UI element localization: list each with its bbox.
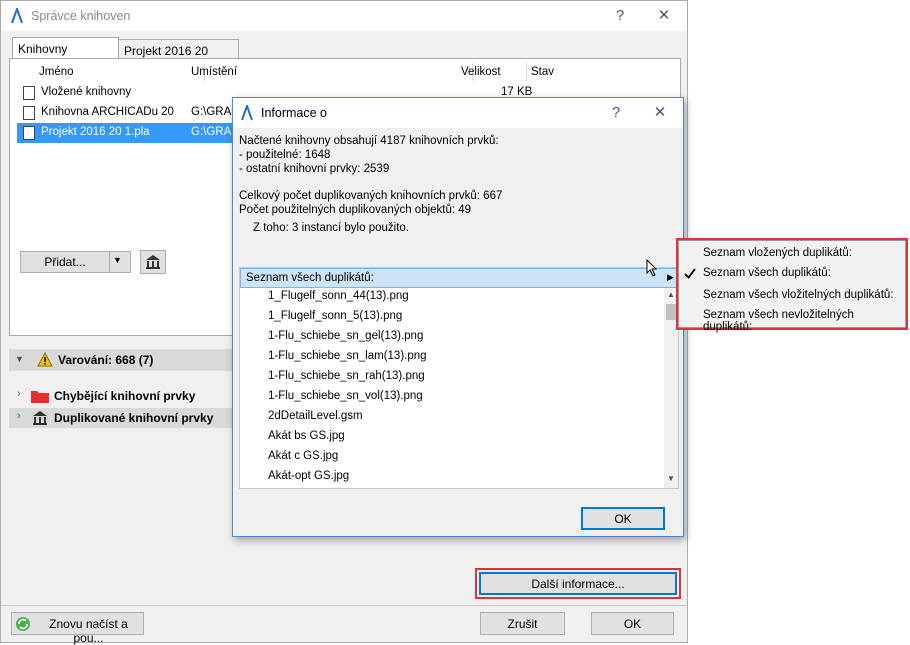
warning-icon bbox=[37, 352, 53, 367]
scroll-up-icon[interactable]: ▲ bbox=[667, 290, 675, 299]
duplicate-items-label: Duplikované knihovní prvky bbox=[54, 411, 214, 425]
column-size[interactable]: Velikost bbox=[457, 63, 527, 81]
chevron-right-icon[interactable]: › bbox=[17, 388, 21, 400]
list-item[interactable]: 1-Flu_schiebe_sn_vol(13).png bbox=[268, 390, 423, 410]
info-text: Z toho: 3 instancí bylo použito. bbox=[253, 222, 409, 234]
list-item[interactable]: 2dDetailLevel.gsm bbox=[268, 410, 363, 430]
title-bar: Správce knihoven ? ✕ bbox=[1, 1, 687, 31]
divider bbox=[109, 252, 110, 272]
library-name: Projekt 2016 20 1.pla bbox=[41, 126, 150, 138]
help-button[interactable]: ? bbox=[605, 1, 635, 31]
checkmark-icon bbox=[684, 268, 696, 279]
info-text: - ostatní knihovní prvky: 2539 bbox=[239, 163, 390, 175]
window-title: Správce knihoven bbox=[31, 9, 131, 23]
library-name: Knihovna ARCHICADu 20 bbox=[41, 106, 174, 118]
mouse-cursor-icon bbox=[646, 259, 658, 277]
library-building-icon bbox=[146, 255, 160, 269]
info-dialog: Informace o ? ✕ Načtené knihovny obsahuj… bbox=[232, 97, 684, 537]
column-location[interactable]: Umístění bbox=[187, 63, 473, 81]
footer-divider bbox=[1, 605, 687, 606]
chevron-right-icon: ▶ bbox=[667, 272, 674, 282]
list-item[interactable]: 1_Flugelf_sonn_5(13).png bbox=[268, 310, 402, 330]
library-file-icon bbox=[23, 126, 35, 140]
dialog-ok-button[interactable]: OK bbox=[581, 507, 665, 530]
ok-button[interactable]: OK bbox=[591, 612, 674, 635]
info-text: - použitelné: 1648 bbox=[239, 149, 331, 161]
menu-item-label: Seznam všech duplikátů: bbox=[703, 267, 831, 279]
library-building-icon bbox=[33, 411, 47, 425]
close-button[interactable]: ✕ bbox=[649, 1, 679, 31]
info-text: Načtené knihovny obsahují 4187 knihovníc… bbox=[239, 135, 499, 147]
info-text: Celkový počet duplikovaných knihovních p… bbox=[239, 190, 503, 202]
more-info-button[interactable]: Další informace... bbox=[479, 572, 677, 595]
dialog-close-button[interactable]: ✕ bbox=[645, 98, 675, 128]
chevron-right-icon[interactable]: › bbox=[17, 410, 21, 422]
list-type-menu: Seznam vložených duplikátů: Seznam všech… bbox=[678, 240, 906, 333]
list-type-label: Seznam všech duplikátů: bbox=[246, 272, 374, 284]
warnings-count: Varování: 668 (7) bbox=[58, 353, 154, 367]
list-item[interactable]: Akát-opt GS.jpg bbox=[268, 470, 349, 490]
list-item[interactable]: 1-Flu_schiebe_sn_rah(13).png bbox=[268, 370, 425, 390]
list-item[interactable]: 1-Flu_schiebe_sn_gel(13).png bbox=[268, 330, 423, 350]
cancel-button[interactable]: Zrušit bbox=[480, 612, 565, 635]
bimcomponents-button[interactable] bbox=[140, 250, 166, 274]
archicad-logo-icon bbox=[11, 8, 23, 24]
chevron-down-icon: ▼ bbox=[15, 354, 24, 364]
reload-icon bbox=[16, 617, 30, 631]
menu-item-embeddable-duplicates[interactable]: Seznam všech vložitelných duplikátů: bbox=[679, 286, 903, 306]
duplicates-list: Seznam všech duplikátů: ▶ 1_Flugelf_sonn… bbox=[239, 267, 679, 489]
reload-label: Znovu načíst a pou... bbox=[49, 617, 128, 645]
library-file-icon bbox=[23, 86, 35, 100]
menu-item-embedded-duplicates[interactable]: Seznam vložených duplikátů: bbox=[679, 244, 903, 264]
dialog-help-button[interactable]: ? bbox=[601, 98, 631, 128]
chevron-down-icon[interactable]: ▼ bbox=[113, 255, 122, 265]
scrollbar-thumb[interactable] bbox=[666, 304, 676, 320]
library-file-icon bbox=[23, 106, 35, 120]
info-text: Počet použitelných duplikovaných objektů… bbox=[239, 204, 472, 216]
column-name[interactable]: Jméno bbox=[35, 63, 205, 81]
column-status[interactable]: Stav bbox=[527, 63, 651, 81]
reload-button[interactable]: Znovu načíst a pou... bbox=[11, 612, 144, 645]
list-item[interactable]: Akát bs GS.jpg bbox=[268, 430, 345, 450]
add-button[interactable]: Přidat... bbox=[21, 255, 109, 269]
library-name: Vložené knihovny bbox=[41, 86, 132, 98]
list-item[interactable]: 1-Flu_schiebe_sn_lam(13).png bbox=[268, 350, 427, 370]
missing-items-label: Chybějící knihovní prvky bbox=[54, 389, 196, 403]
add-library-split-button: Přidat... ▼ bbox=[20, 251, 131, 273]
menu-item-non-embeddable-duplicates[interactable]: Seznam všech nevložitelných duplikátů: bbox=[679, 306, 903, 333]
list-item[interactable]: Akát c GS.jpg bbox=[268, 450, 338, 470]
archicad-logo-icon bbox=[241, 105, 253, 121]
scroll-down-icon[interactable]: ▼ bbox=[667, 474, 675, 483]
list-type-selector[interactable]: Seznam všech duplikátů: ▶ bbox=[240, 268, 678, 288]
dialog-title: Informace o bbox=[261, 106, 328, 120]
menu-item-all-duplicates[interactable]: Seznam všech duplikátů: bbox=[679, 264, 903, 284]
red-folder-icon bbox=[31, 391, 49, 403]
list-item[interactable]: 1_Flugelf_sonn_44(13).png bbox=[268, 290, 409, 310]
dialog-title-bar: Informace o ? ✕ bbox=[233, 98, 683, 128]
